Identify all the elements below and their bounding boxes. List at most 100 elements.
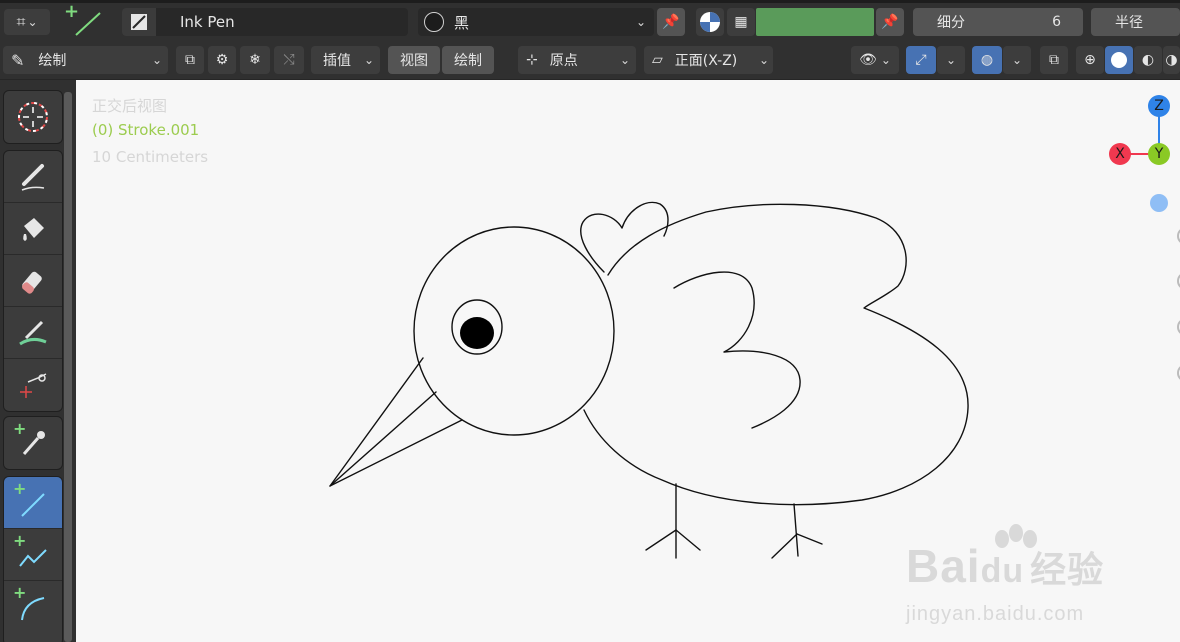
orientation-dropdown[interactable]: ▱ 正面(X-Z) ⌄ (644, 46, 773, 74)
material-shading-button[interactable]: ◐ (1134, 46, 1162, 74)
xray-toggle[interactable]: ⧉ (1040, 46, 1068, 74)
view-menu[interactable]: 视图 (388, 46, 440, 74)
solid-shading-button[interactable] (1105, 46, 1133, 74)
visibility-dropdown[interactable]: 👁 ⌄ (851, 46, 899, 74)
gizmo-toggle[interactable]: ⤢ (906, 46, 936, 74)
gizmo-dropdown[interactable]: ⌄ (937, 46, 965, 74)
render-shading-button[interactable]: ◑ (1163, 46, 1180, 74)
overlay-toggle[interactable]: ◍ (972, 46, 1002, 74)
chevron-down-icon: ⌄ (635, 15, 646, 29)
radius-label: 半径 (1115, 15, 1143, 31)
watermark-brand-du: du (980, 552, 1025, 590)
draw-tool[interactable] (4, 151, 62, 203)
pin-button-2[interactable]: 📌 (876, 8, 904, 36)
cutter-icon (20, 373, 47, 398)
brush-selector[interactable]: Ink Pen (122, 8, 408, 36)
material-sphere-icon: ◐ (1141, 52, 1155, 68)
pin-button[interactable]: 📌 (657, 8, 685, 36)
curve-icon: ⤭ (283, 52, 295, 68)
fill-tool[interactable] (4, 203, 62, 255)
eraser-icon (22, 271, 42, 294)
frames-icon: ⧉ (185, 52, 195, 68)
viewport-header: ✎ 绘制 ⌄ ⧉ ⚙ ❄ ⤭ 插值 ⌄ 视图 绘制 ⊹ 原点 ⌄ ▱ 正面(X-… (0, 42, 1180, 80)
paint-roller-icon: ▦ (734, 14, 748, 30)
bucket-icon (23, 217, 44, 241)
3d-viewport[interactable]: 正交后视图 (0) Stroke.001 10 Centimeters Z X … (76, 81, 1180, 642)
brush-name: Ink Pen (180, 13, 235, 31)
cutter-tool[interactable] (4, 359, 62, 411)
overlay-icon: ◍ (980, 52, 994, 68)
baidu-watermark: Baidu 经验 jingyan.baidu.com (904, 521, 1164, 641)
pin-icon: 📌 (881, 14, 899, 30)
watermark-url: jingyan.baidu.com (906, 603, 1085, 625)
cursor-tool-group (3, 90, 63, 144)
multiframe-button[interactable]: ⧉ (176, 46, 204, 74)
line-tool[interactable]: + (4, 477, 62, 529)
chevron-down-icon: ⌄ (363, 53, 374, 67)
chevron-down-icon: ⌄ (619, 53, 630, 67)
solid-sphere-icon (1111, 52, 1127, 68)
mode-dropdown[interactable]: ✎ 绘制 ⌄ (3, 46, 168, 74)
tool-header: ⌗ ⌄ + Ink Pen 黑 ⌄ 📌 ▦ 📌 细分 6 半径 (0, 0, 1180, 42)
tint-tool[interactable] (4, 307, 62, 359)
eyedropper-tool-group: + (3, 416, 63, 470)
eye-icon: 👁 (859, 52, 877, 68)
draw-menu-label: 绘制 (454, 53, 482, 69)
draw-menu[interactable]: 绘制 (442, 46, 494, 74)
chevron-down-icon: ⌄ (1011, 53, 1023, 67)
chevron-down-icon: ⌄ (945, 53, 957, 67)
wireframe-shading-button[interactable]: ⊕ (1076, 46, 1104, 74)
render-sphere-icon: ◑ (1165, 52, 1178, 68)
pencil-draw-icon (21, 163, 45, 191)
arc-tool[interactable]: + (4, 581, 62, 633)
plus-icon: + (13, 531, 27, 550)
pin-icon: 📌 (662, 14, 680, 30)
plus-icon: + (13, 479, 27, 498)
radius-field[interactable]: 半径 (1091, 8, 1180, 36)
chevron-down-icon: ⌄ (758, 53, 769, 67)
cursor-tool[interactable] (4, 91, 62, 143)
snowflake-icon: ❄ (249, 52, 261, 68)
origin-dropdown[interactable]: ⊹ 原点 ⌄ (518, 46, 636, 74)
material-icon (424, 12, 444, 32)
subdivide-value: 6 (1052, 14, 1061, 30)
orientation-label: 正面(X-Z) (674, 53, 738, 69)
subdivide-field[interactable]: 细分 6 (913, 8, 1083, 36)
chevron-down-icon: ⌄ (151, 53, 162, 67)
xray-icon: ⧉ (1049, 52, 1059, 68)
interpolate-dropdown[interactable]: 插值 ⌄ (311, 46, 380, 74)
bone-icon: ⚙ (215, 52, 229, 68)
mode-label: 绘制 (38, 53, 67, 69)
eyedropper-tool[interactable]: + (4, 417, 62, 469)
active-tool-line-icon[interactable]: + (62, 1, 106, 41)
gizmo-arrow-icon: ⤢ (915, 52, 927, 68)
material-selector[interactable]: 黑 ⌄ (418, 8, 654, 36)
object-mode-dropdown[interactable]: ⌗ ⌄ (4, 9, 50, 35)
chevron-down-icon: ⌄ (27, 15, 38, 29)
svg-text:+: + (64, 3, 79, 22)
cursor-icon (18, 102, 48, 132)
polyline-tool[interactable]: + (4, 529, 62, 581)
axes-icon: ⊹ (526, 52, 538, 68)
overlay-dropdown[interactable]: ⌄ (1003, 46, 1031, 74)
brush-tint-icon (19, 320, 47, 345)
curve-edit-button[interactable]: ⤭ (274, 46, 304, 74)
material-name: 黑 (454, 13, 470, 32)
watermark-brand-cn: 经验 (1030, 549, 1105, 590)
plus-icon: + (13, 419, 27, 438)
watermark-brand: Bai (906, 540, 981, 592)
view-menu-label: 视图 (400, 53, 428, 69)
color-swatch[interactable] (756, 8, 874, 36)
vertex-paint-button[interactable]: ▦ (727, 8, 755, 36)
paint-tool-group (3, 150, 63, 412)
chevron-down-icon: ⌄ (880, 53, 891, 67)
tool-shelf-scrollbar[interactable] (64, 92, 72, 642)
primitive-tool-group: + + + (3, 476, 63, 642)
grease-pencil-mode-icon: ⌗ (16, 12, 26, 31)
brush-icon (122, 8, 156, 36)
color-mode-button[interactable] (696, 8, 724, 36)
erase-tool[interactable] (4, 255, 62, 307)
weight-button[interactable]: ❄ (240, 46, 270, 74)
plane-icon: ▱ (652, 52, 663, 68)
edit-lines-button[interactable]: ⚙ (208, 46, 236, 74)
